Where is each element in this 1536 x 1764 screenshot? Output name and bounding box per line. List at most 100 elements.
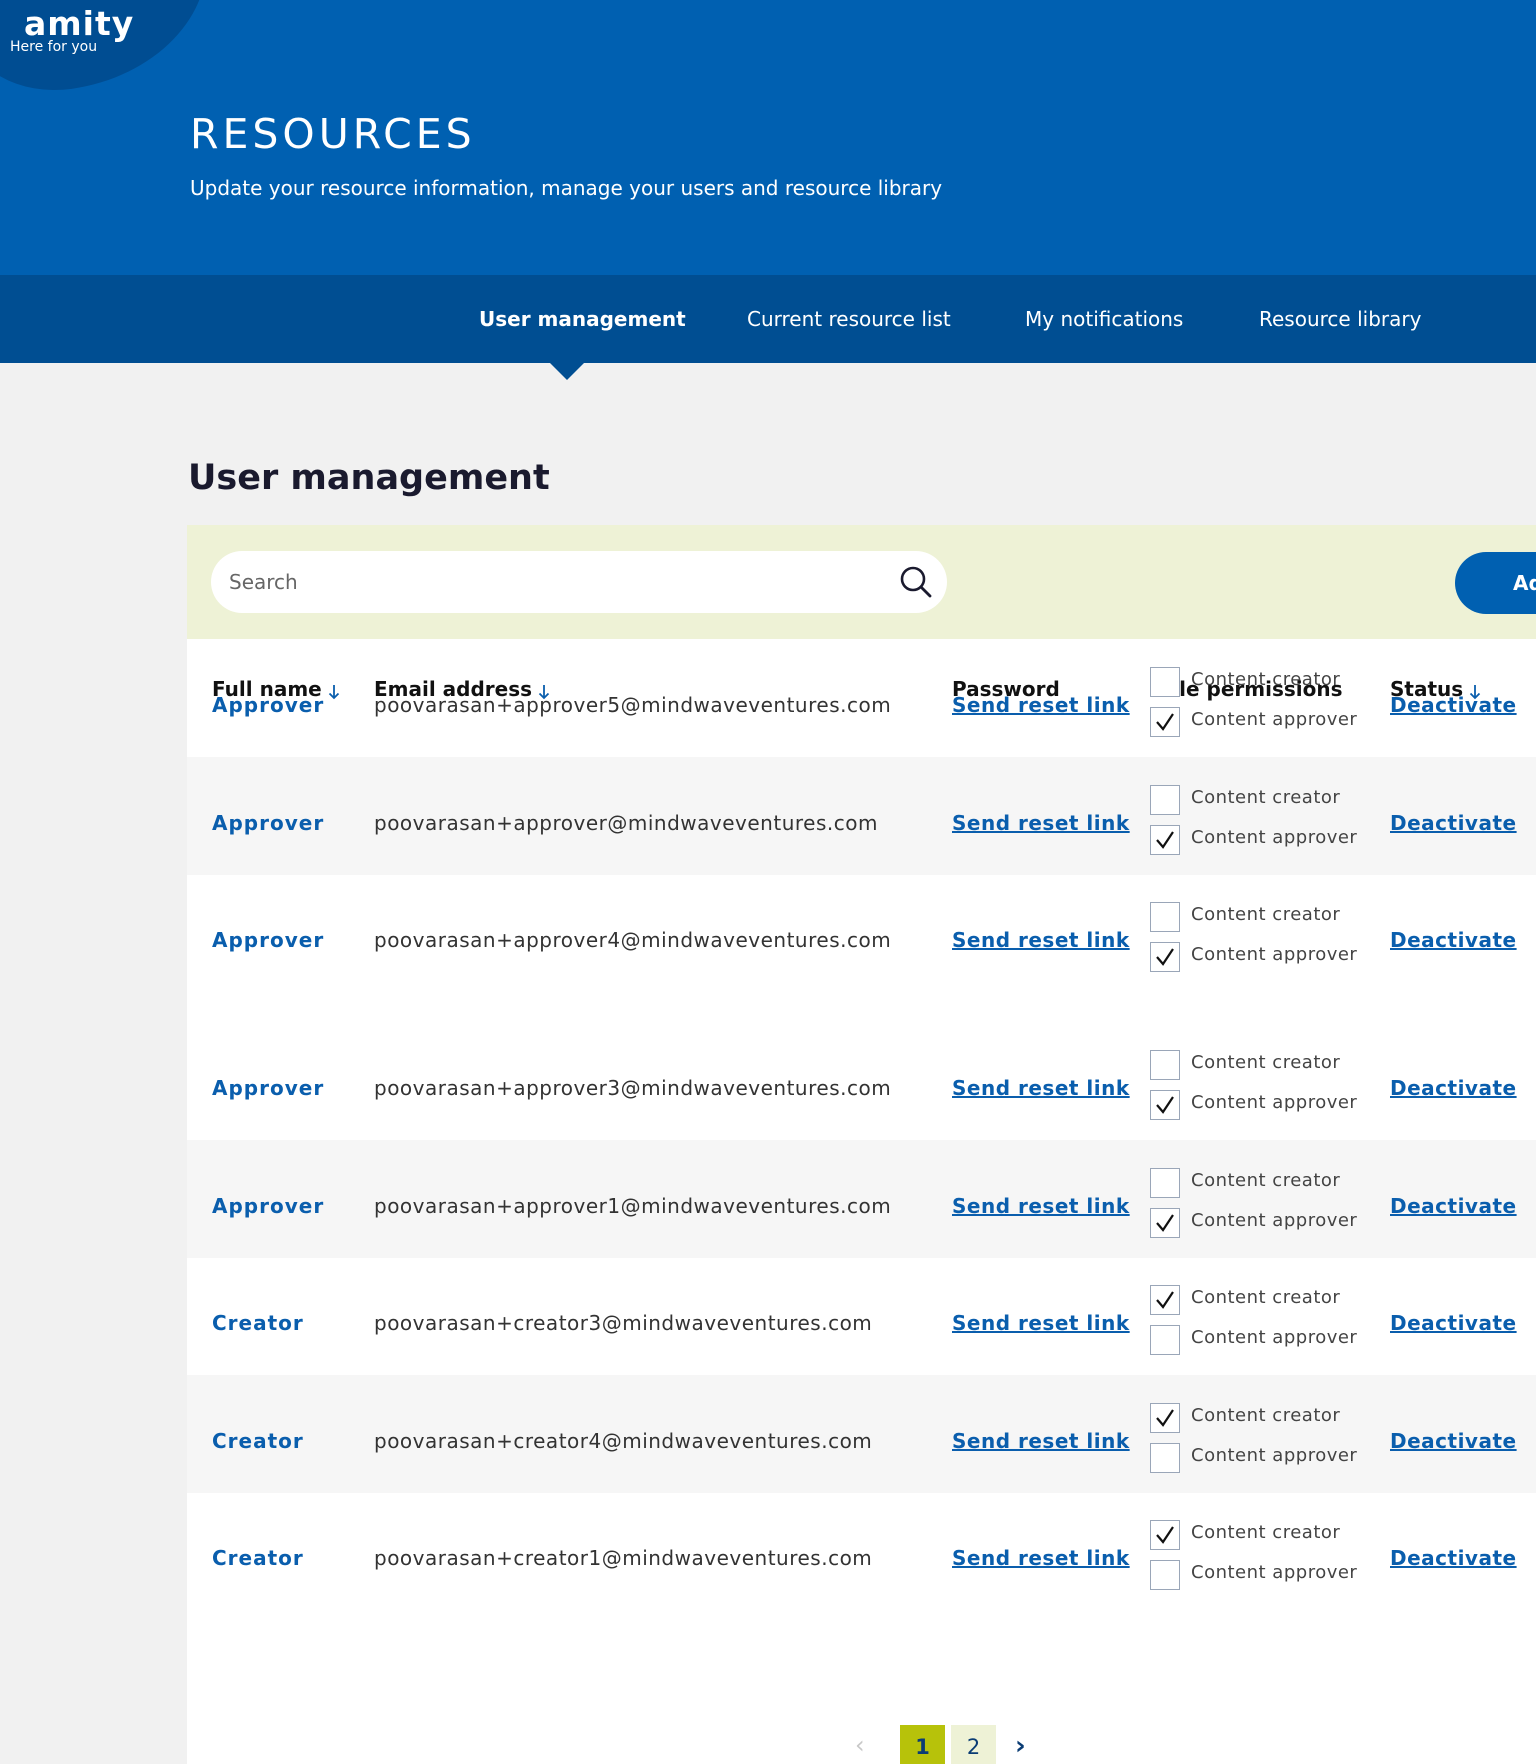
content-creator-checkbox[interactable]: Content creator	[1150, 1285, 1380, 1315]
tab-my-notifications[interactable]: My notifications	[1025, 275, 1183, 363]
send-reset-link[interactable]: Send reset link	[952, 1546, 1130, 1570]
content-creator-checkbox[interactable]: Content creator	[1150, 667, 1380, 697]
checkbox[interactable]	[1150, 942, 1180, 972]
table-row: Approver poovarasan+approver3@mindwaveven…	[187, 1022, 1536, 1140]
user-table: Full name Email address Password Role pe…	[187, 639, 1536, 1764]
checkbox[interactable]	[1150, 1168, 1180, 1198]
user-email: poovarasan+creator1@mindwaveventures.com	[374, 1546, 873, 1570]
checkbox[interactable]	[1150, 667, 1180, 697]
deactivate-link[interactable]: Deactivate	[1390, 1546, 1517, 1570]
send-reset-link[interactable]: Send reset link	[952, 1429, 1130, 1453]
active-tab-indicator	[550, 363, 584, 380]
send-reset-link[interactable]: Send reset link	[952, 928, 1130, 952]
checkbox[interactable]	[1150, 1325, 1180, 1355]
tab-user-management[interactable]: User management	[479, 275, 686, 363]
deactivate-link[interactable]: Deactivate	[1390, 1429, 1517, 1453]
table-row: Approver poovarasan+approver1@mindwaveven…	[187, 1140, 1536, 1258]
user-full-name[interactable]: Creator	[212, 1311, 304, 1335]
table-row: Creator poovarasan+creator4@mindwaveventu…	[187, 1375, 1536, 1493]
deactivate-link[interactable]: Deactivate	[1390, 1194, 1517, 1218]
checkbox[interactable]	[1150, 1443, 1180, 1473]
checkbox[interactable]	[1150, 1285, 1180, 1315]
content-creator-label: Content creator	[1191, 1287, 1341, 1308]
send-reset-link[interactable]: Send reset link	[952, 811, 1130, 835]
user-email: poovarasan+creator3@mindwaveventures.com	[374, 1311, 873, 1335]
content-creator-label: Content creator	[1191, 787, 1341, 808]
tab-resource-library[interactable]: Resource library	[1259, 275, 1421, 363]
checkbox[interactable]	[1150, 1090, 1180, 1120]
send-reset-link[interactable]: Send reset link	[952, 1076, 1130, 1100]
table-row: Approver poovarasan+approver4@mindwaveven…	[187, 874, 1536, 992]
checkbox[interactable]	[1150, 1403, 1180, 1433]
tab-navigation: User management Current resource list My…	[0, 275, 1536, 363]
content-approver-label: Content approver	[1191, 827, 1358, 848]
checkbox[interactable]	[1150, 707, 1180, 737]
user-full-name[interactable]: Creator	[212, 1546, 304, 1570]
user-full-name[interactable]: Approver	[212, 1194, 324, 1218]
pagination-next-button[interactable]: ›	[1015, 1731, 1026, 1761]
checkmark-icon	[1156, 948, 1174, 966]
tab-current-resource-list[interactable]: Current resource list	[747, 275, 951, 363]
user-full-name[interactable]: Approver	[212, 928, 324, 952]
content-creator-label: Content creator	[1191, 1052, 1341, 1073]
user-full-name[interactable]: Creator	[212, 1429, 304, 1453]
content-approver-label: Content approver	[1191, 1562, 1358, 1583]
content-creator-checkbox[interactable]: Content creator	[1150, 1168, 1380, 1198]
send-reset-link[interactable]: Send reset link	[952, 1311, 1130, 1335]
checkmark-icon	[1156, 1526, 1174, 1544]
table-row: Approver poovarasan+approver@mindwavevent…	[187, 757, 1536, 875]
deactivate-link[interactable]: Deactivate	[1390, 811, 1517, 835]
content-approver-checkbox[interactable]: Content approver	[1150, 707, 1380, 737]
checkbox[interactable]	[1150, 1208, 1180, 1238]
content-approver-checkbox[interactable]: Content approver	[1150, 1208, 1380, 1238]
search-icon[interactable]	[899, 565, 933, 599]
section-title: User management	[188, 458, 550, 498]
content-approver-checkbox[interactable]: Content approver	[1150, 1443, 1380, 1473]
deactivate-link[interactable]: Deactivate	[1390, 928, 1517, 952]
pagination: ‹ 1 2 ›	[855, 1725, 1075, 1764]
checkmark-icon	[1156, 1214, 1174, 1232]
user-full-name[interactable]: Approver	[212, 1076, 324, 1100]
pagination-page-2[interactable]: 2	[951, 1725, 996, 1764]
checkbox[interactable]	[1150, 785, 1180, 815]
deactivate-link[interactable]: Deactivate	[1390, 1076, 1517, 1100]
content-approver-checkbox[interactable]: Content approver	[1150, 1560, 1380, 1590]
checkmark-icon	[1156, 1291, 1174, 1309]
content-approver-checkbox[interactable]: Content approver	[1150, 942, 1380, 972]
checkmark-icon	[1156, 1409, 1174, 1427]
amity-logo[interactable]: amity Here for you	[10, 4, 134, 55]
content-creator-checkbox[interactable]: Content creator	[1150, 785, 1380, 815]
checkbox[interactable]	[1150, 902, 1180, 932]
checkbox[interactable]	[1150, 1050, 1180, 1080]
pagination-prev-button[interactable]: ‹	[855, 1731, 865, 1759]
user-email: poovarasan+approver@mindwaveventures.com	[374, 811, 878, 835]
content-creator-checkbox[interactable]: Content creator	[1150, 902, 1380, 932]
deactivate-link[interactable]: Deactivate	[1390, 693, 1517, 717]
table-row: Creator poovarasan+creator1@mindwaveventu…	[187, 1492, 1536, 1610]
send-reset-link[interactable]: Send reset link	[952, 1194, 1130, 1218]
pagination-page-1[interactable]: 1	[900, 1725, 945, 1764]
content-creator-checkbox[interactable]: Content creator	[1150, 1403, 1380, 1433]
content-approver-label: Content approver	[1191, 1210, 1358, 1231]
content-creator-label: Content creator	[1191, 1405, 1341, 1426]
content-creator-checkbox[interactable]: Content creator	[1150, 1050, 1380, 1080]
checkbox[interactable]	[1150, 1560, 1180, 1590]
user-email: poovarasan+approver4@mindwaveventures.co…	[374, 928, 892, 952]
send-reset-link[interactable]: Send reset link	[952, 693, 1130, 717]
content-approver-checkbox[interactable]: Content approver	[1150, 1090, 1380, 1120]
content-approver-checkbox[interactable]: Content approver	[1150, 825, 1380, 855]
checkbox[interactable]	[1150, 825, 1180, 855]
user-full-name[interactable]: Approver	[212, 693, 324, 717]
user-email: poovarasan+creator4@mindwaveventures.com	[374, 1429, 873, 1453]
page-title: RESOURCES	[190, 110, 476, 158]
page-subtitle: Update your resource information, manage…	[190, 176, 943, 200]
content-creator-label: Content creator	[1191, 669, 1341, 690]
checkbox[interactable]	[1150, 1520, 1180, 1550]
table-row: Approver poovarasan+approver5@mindwaveven…	[187, 599, 1536, 757]
content-approver-label: Content approver	[1191, 1327, 1358, 1348]
user-full-name[interactable]: Approver	[212, 811, 324, 835]
content-creator-checkbox[interactable]: Content creator	[1150, 1520, 1380, 1550]
deactivate-link[interactable]: Deactivate	[1390, 1311, 1517, 1335]
content-creator-label: Content creator	[1191, 1170, 1341, 1191]
content-approver-checkbox[interactable]: Content approver	[1150, 1325, 1380, 1355]
